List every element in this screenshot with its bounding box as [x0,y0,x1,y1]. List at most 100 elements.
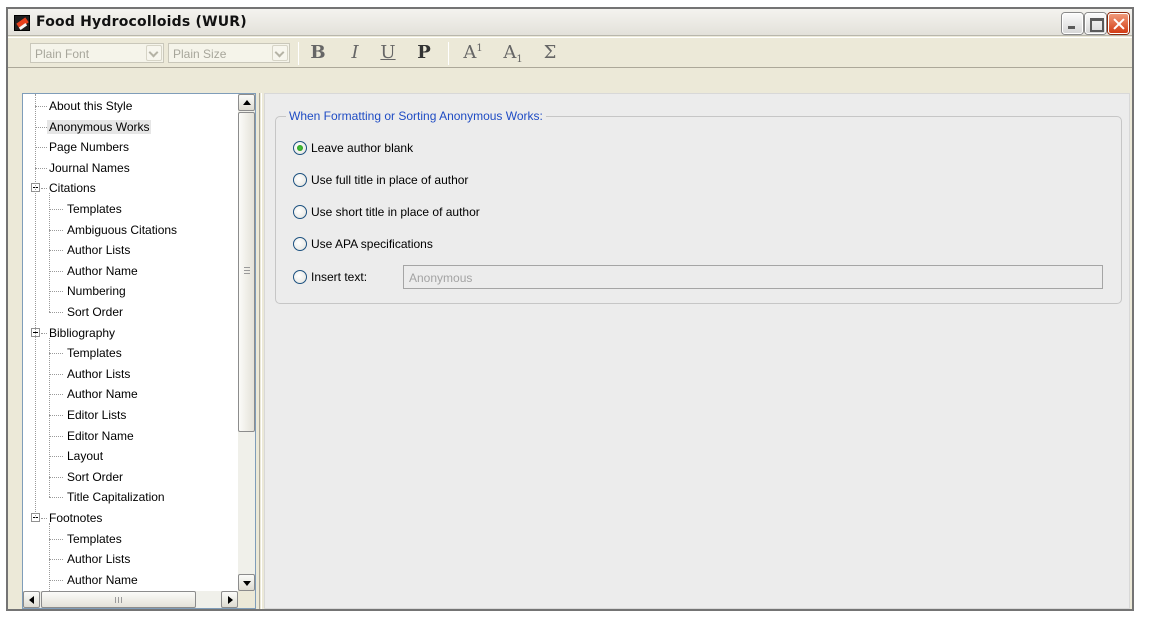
tree-item-label: Editor Name [67,428,134,443]
tree-group-citations[interactable]: Citations [31,178,98,198]
tree-item[interactable]: Editor Name [49,426,136,446]
tree-item[interactable]: Journal Names [31,158,132,178]
tree-item-label: Journal Names [49,160,130,175]
tree-vertical-scrollbar[interactable] [238,94,255,591]
tree-item[interactable]: About this Style [31,96,134,116]
tree-item[interactable]: Author Lists [49,240,132,260]
tree-connector [49,538,63,540]
subscript-mark: 1 [516,54,523,65]
tree-guide-line [49,523,50,591]
group-title: When Formatting or Sorting Anonymous Wor… [286,109,546,123]
scroll-up-button[interactable] [238,94,255,111]
tree-group-footnotes[interactable]: Footnotes [31,508,104,528]
tree-guide-line [35,94,36,518]
tree-item-label: Templates [67,202,122,216]
tree-connector [49,250,63,252]
option-label: Leave author blank [311,141,414,155]
subscript-button[interactable]: A1 [498,41,528,65]
radio-button[interactable] [293,173,307,187]
insert-text-field[interactable]: Anonymous [403,265,1103,289]
radio-button[interactable] [293,141,307,155]
title-bar[interactable]: Food Hydrocolloids (WUR) [8,9,1132,36]
vertical-scroll-thumb[interactable] [238,112,255,432]
scroll-right-button[interactable] [221,591,238,608]
tree-item-label: Author Name [67,263,138,278]
tree-item[interactable]: Templates [49,343,124,363]
tree-item[interactable]: Ambiguous Citations [49,220,179,240]
option-label: Use full title in place of author [311,173,469,187]
font-select[interactable]: Plain Font [30,43,164,63]
tree-item[interactable]: Page Numbers [31,137,131,157]
tree-group-bibliography[interactable]: Bibliography [31,323,117,343]
maximize-button[interactable] [1085,13,1106,34]
tree-item-label: Sort Order [67,469,124,484]
tree-item-label: Author Name [67,387,138,402]
tree-connector [49,497,63,499]
tree-item-label: Author Name [67,572,138,587]
tree-item[interactable]: Author Lists [49,549,132,569]
tree-item[interactable]: Author Name [49,570,140,590]
tree-item[interactable]: Templates [49,199,124,219]
horizontal-scroll-thumb[interactable] [41,591,196,608]
tree-connector [49,229,63,231]
chevron-down-icon[interactable] [146,45,162,61]
tree-connector [41,518,47,519]
scrollbar-corner [238,591,255,608]
tree-item[interactable]: Layout [49,446,105,466]
tree-connector [49,456,63,458]
tree-connector [49,435,63,437]
tree-item-label: Editor Lists [67,408,127,422]
bold-button[interactable]: B [308,41,328,65]
style-tree[interactable]: About this Style Anonymous Works Page Numb… [23,94,238,591]
superscript-button[interactable]: A1 [458,41,488,65]
tree-horizontal-scrollbar[interactable] [23,591,238,608]
chevron-down-icon[interactable] [272,45,288,61]
tree-item[interactable]: Editor Lists [49,405,128,425]
tree-connector [49,579,63,581]
tree-guide-line [49,337,50,498]
tree-item-label: Title Capitalization [67,490,165,505]
tree-item[interactable]: Templates [49,529,124,549]
radio-button[interactable] [293,270,307,284]
anonymous-works-group: When Formatting or Sorting Anonymous Wor… [275,109,1122,304]
radio-button[interactable] [293,205,307,219]
tree-item-label: Citations [49,181,96,196]
window-title: Food Hydrocolloids (WUR) [36,14,247,30]
tree-item[interactable]: Author Name [49,261,140,281]
tree-item[interactable]: Sort Order [49,302,125,322]
tree-item[interactable]: Author Name [49,384,140,404]
tree-connector [49,559,63,561]
tree-item[interactable]: Numbering [49,281,128,301]
tree-connector [49,312,63,313]
tree-item[interactable]: Title Capitalization [49,487,167,507]
panel-splitter[interactable] [259,93,262,609]
scroll-left-button[interactable] [23,591,40,608]
toolbar-divider [298,42,299,65]
tree-item[interactable]: Anonymous Works [31,117,152,137]
tree-guide-line [49,193,50,312]
minimize-button[interactable] [1062,13,1083,34]
tree-item[interactable]: Sort Order [49,467,125,487]
option-label: Use APA specifications [311,237,433,251]
underline-button[interactable]: U [378,41,398,65]
radio-button[interactable] [293,237,307,251]
sigma-button[interactable]: Σ [540,41,560,65]
tree-item-label: Layout [67,449,104,464]
tree-item[interactable]: Author Lists [49,364,132,384]
close-button[interactable] [1108,13,1129,34]
italic-button[interactable]: I [346,41,364,65]
tree-item-label: Bibliography [49,325,116,340]
tree-connector [49,373,63,375]
size-select[interactable]: Plain Size [168,43,290,63]
style-editor-window: Food Hydrocolloids (WUR) Plain Font Plai… [8,9,1132,609]
tree-item-label: Author Lists [67,366,131,381]
tree-item-label: Templates [67,346,122,361]
tree-item-label: Templates [67,531,122,546]
tree-connector [49,270,63,272]
option-label: Insert text: [311,270,368,284]
tree-connector [49,476,63,478]
plain-button[interactable]: P [414,41,434,65]
tree-item-label: Ambiguous Citations [67,222,178,237]
scroll-down-button[interactable] [238,574,255,591]
superscript-mark: 1 [476,43,483,54]
